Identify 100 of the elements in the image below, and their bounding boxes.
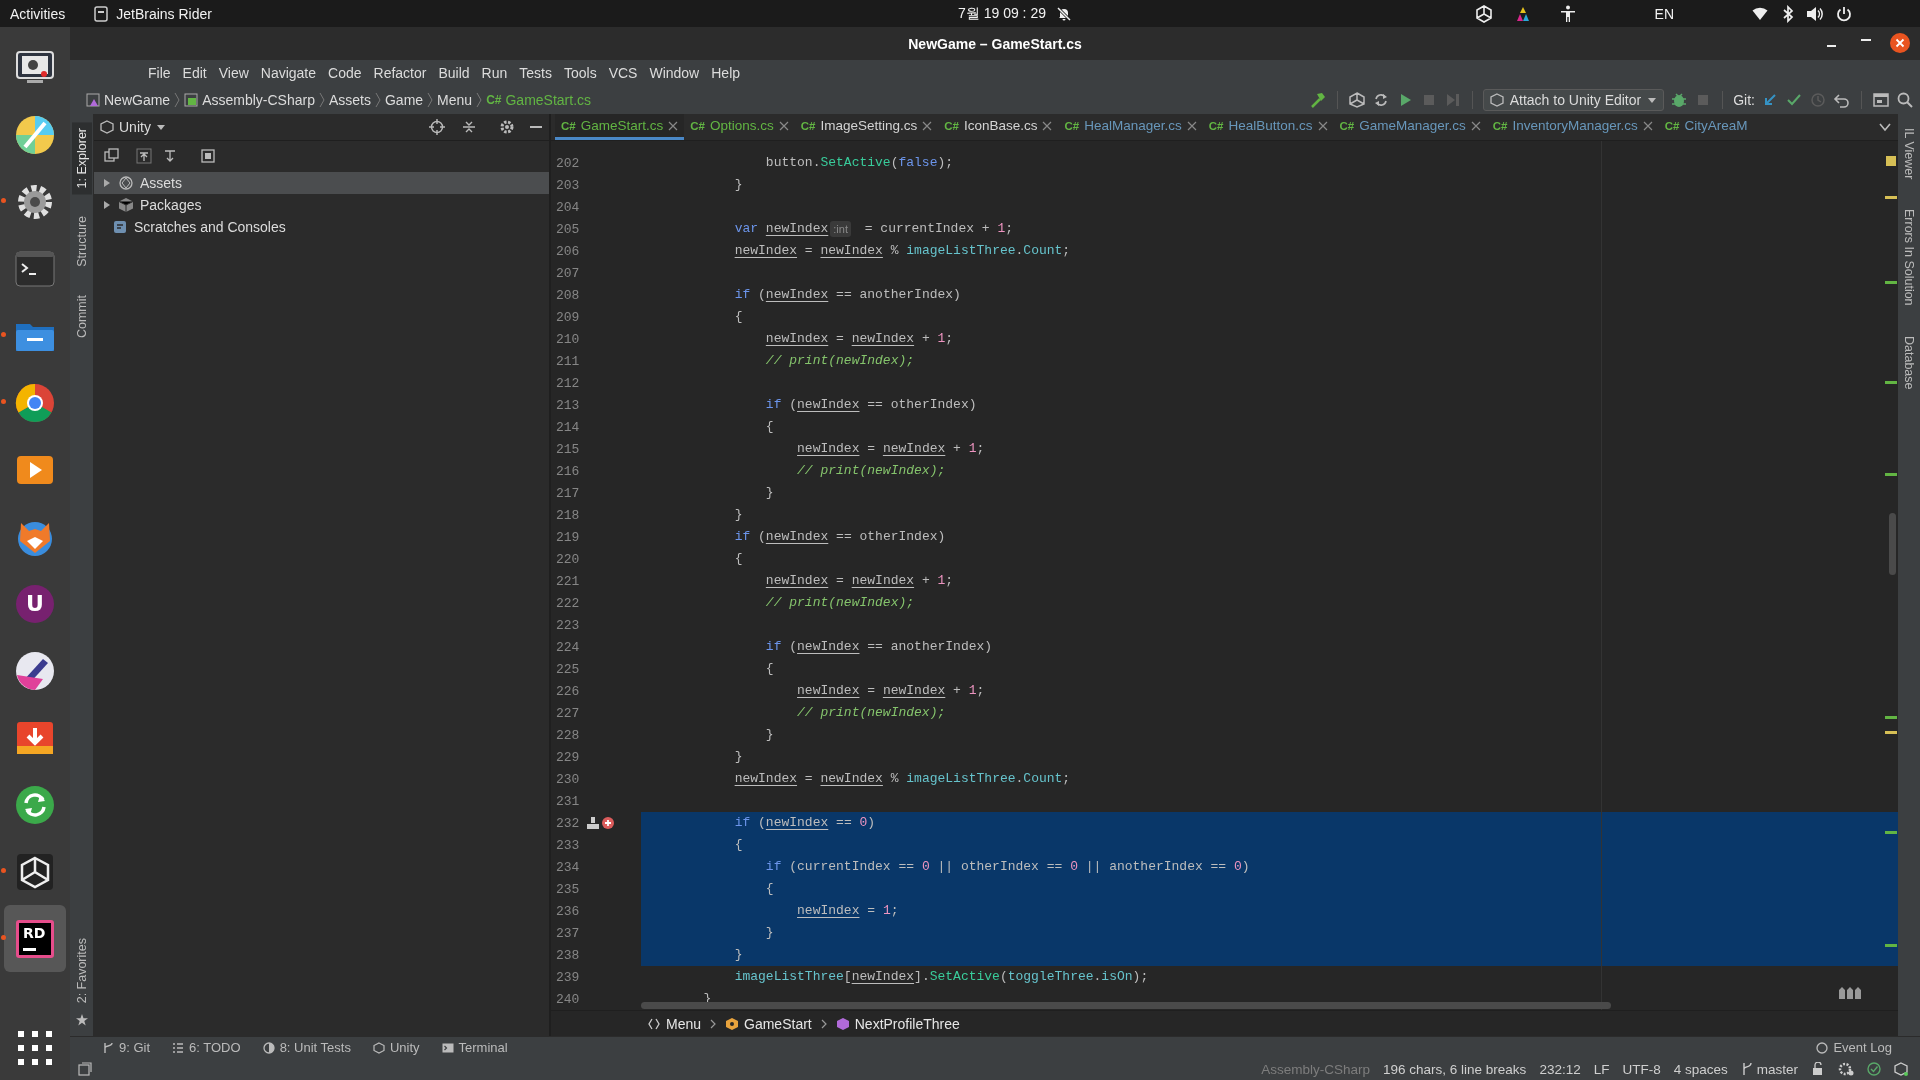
app-menu-button[interactable]: JetBrains Rider xyxy=(116,5,212,22)
inspection-icon[interactable] xyxy=(1838,1062,1854,1076)
editor-tab[interactable]: C# GameManager.cs xyxy=(1333,114,1487,140)
preview-icon[interactable] xyxy=(200,147,216,164)
tree-item[interactable]: Packages xyxy=(94,194,549,216)
broom-icon[interactable] xyxy=(586,816,600,830)
menubar-entry[interactable]: Build xyxy=(432,65,476,81)
menubar-entry[interactable]: File xyxy=(142,65,177,81)
tool-window-button[interactable]: 6: TODO xyxy=(172,1040,241,1055)
tool-window-button[interactable]: Unity xyxy=(372,1040,420,1055)
tree-item[interactable]: Assets xyxy=(94,172,549,194)
close-icon[interactable] xyxy=(1470,120,1481,131)
close-icon[interactable] xyxy=(1317,120,1328,131)
dock-item[interactable]: U xyxy=(4,570,66,637)
breadcrumb-item[interactable]: GameStart xyxy=(725,1015,812,1032)
unity-icon[interactable] xyxy=(1347,91,1366,109)
collapsed-arrow-icon[interactable] xyxy=(102,178,112,188)
add-breakpoint-icon[interactable] xyxy=(602,817,614,829)
breadcrumb-item[interactable]: Menu xyxy=(433,92,477,108)
close-icon[interactable] xyxy=(668,120,679,131)
tool-window-tab[interactable]: Structure xyxy=(71,210,92,274)
close-button[interactable] xyxy=(1890,33,1910,53)
tool-window-tab[interactable]: 1: Explorer xyxy=(71,122,92,195)
settings-icon[interactable] xyxy=(499,119,515,135)
editor-tab[interactable]: C# HealButton.cs xyxy=(1202,114,1334,140)
tool-window-tab[interactable]: Errors In Solution xyxy=(1899,203,1919,312)
close-icon[interactable] xyxy=(1642,120,1653,131)
clock[interactable]: 7월 19 09 : 29 xyxy=(958,4,1046,23)
menubar-entry[interactable]: Window xyxy=(643,65,706,81)
editor-tab[interactable]: C# CityAreaM xyxy=(1658,114,1754,140)
menubar-entry[interactable]: Tools xyxy=(557,65,603,81)
locate-icon[interactable] xyxy=(429,119,445,135)
unity-tray-icon[interactable] xyxy=(1474,4,1493,23)
event-log-button[interactable]: Event Log xyxy=(1816,1040,1892,1055)
keyboard-language[interactable]: EN xyxy=(1654,5,1674,22)
menubar-entry[interactable]: Run xyxy=(475,65,514,81)
editor-tab[interactable]: C# GameStart.cs xyxy=(555,114,685,140)
ok-icon[interactable] xyxy=(1867,1062,1881,1076)
menubar-entry[interactable]: Refactor xyxy=(367,65,433,81)
run-configuration-dropdown[interactable]: Attach to Unity Editor xyxy=(1482,89,1665,111)
tool-window-button[interactable]: Terminal xyxy=(441,1040,508,1055)
sort-icon[interactable] xyxy=(162,147,178,164)
panel-toggle-icon[interactable] xyxy=(78,1062,92,1076)
reader-mode-icon[interactable] xyxy=(1838,986,1862,1000)
rollback-icon[interactable] xyxy=(1833,91,1851,109)
close-icon[interactable] xyxy=(922,120,933,131)
volume-icon[interactable] xyxy=(1806,5,1824,22)
apps-grid-icon[interactable] xyxy=(15,1028,55,1068)
search-icon[interactable] xyxy=(1896,91,1914,109)
close-icon[interactable] xyxy=(1186,120,1197,131)
tree-item[interactable]: Scratches and Consoles xyxy=(94,216,549,238)
menubar-entry[interactable]: VCS xyxy=(602,65,644,81)
editor-tab[interactable]: C# HealManager.cs xyxy=(1058,114,1203,140)
collapse-all-icon[interactable] xyxy=(461,119,477,135)
menubar-entry[interactable]: Edit xyxy=(176,65,213,81)
horizontal-scrollbar[interactable] xyxy=(641,1002,1611,1009)
tool-window-tab[interactable]: 2: Favorites xyxy=(71,931,92,1009)
menubar-entry[interactable]: Code xyxy=(322,65,368,81)
status-item[interactable]: 196 chars, 6 line breaks xyxy=(1383,1061,1527,1077)
tool-window-tab[interactable]: Database xyxy=(1899,330,1919,396)
breadcrumb-item[interactable]: NewGame xyxy=(82,92,175,108)
debug-icon[interactable] xyxy=(1670,91,1689,109)
breadcrumb-item[interactable]: Game xyxy=(381,92,428,108)
expand-icon[interactable] xyxy=(136,147,152,164)
status-item[interactable]: 4 spaces xyxy=(1673,1061,1728,1077)
view-selector[interactable]: Unity xyxy=(100,119,166,135)
menubar-entry[interactable]: Navigate xyxy=(254,65,323,81)
breadcrumb-item[interactable]: Assembly-CSharp xyxy=(180,92,319,108)
editor-tab[interactable]: C# InventoryManager.cs xyxy=(1486,114,1659,140)
breadcrumb-item[interactable]: NextProfileThree xyxy=(835,1015,960,1032)
dock-item[interactable]: RD xyxy=(4,905,66,972)
menubar-entry[interactable]: Tests xyxy=(513,65,558,81)
editor-tab[interactable]: C# Options.cs xyxy=(684,114,795,140)
breadcrumb-item[interactable]: C# GameStart.cs xyxy=(482,92,596,108)
tool-window-tab[interactable]: IL Viewer xyxy=(1899,122,1919,186)
bluetooth-icon[interactable] xyxy=(1782,4,1794,23)
tool-window-button[interactable]: 9: Git xyxy=(102,1040,151,1055)
power-icon[interactable] xyxy=(1836,5,1852,22)
tool-window-tab[interactable]: Commit xyxy=(71,289,92,345)
tricolor-tray-icon[interactable] xyxy=(1514,5,1531,22)
unity-status-icon[interactable] xyxy=(1894,1062,1908,1076)
collapsed-arrow-icon[interactable] xyxy=(102,200,112,210)
wifi-icon[interactable] xyxy=(1752,6,1768,21)
editor-tab[interactable]: C# IconBase.cs xyxy=(938,114,1059,140)
close-icon[interactable] xyxy=(778,120,789,131)
status-item[interactable]: UTF-8 xyxy=(1622,1061,1661,1077)
status-item[interactable]: master xyxy=(1740,1061,1798,1077)
breadcrumb-item[interactable]: Assets xyxy=(324,92,375,108)
status-item[interactable]: LF xyxy=(1593,1061,1610,1077)
menubar-entry[interactable]: Help xyxy=(705,65,747,81)
copy-icon[interactable] xyxy=(104,147,120,164)
menubar-entry[interactable]: View xyxy=(212,65,255,81)
breadcrumb-item[interactable]: Menu xyxy=(647,1015,702,1032)
window-icon[interactable] xyxy=(1872,91,1890,109)
activities-button[interactable]: Activities xyxy=(10,5,66,22)
lock-icon[interactable] xyxy=(1811,1062,1825,1076)
vertical-scrollbar[interactable] xyxy=(1889,513,1896,575)
close-icon[interactable] xyxy=(1042,120,1053,131)
editor-tab[interactable]: C# ImageSetting.cs xyxy=(794,114,939,140)
tool-window-button[interactable]: 8: Unit Tests xyxy=(262,1040,351,1055)
